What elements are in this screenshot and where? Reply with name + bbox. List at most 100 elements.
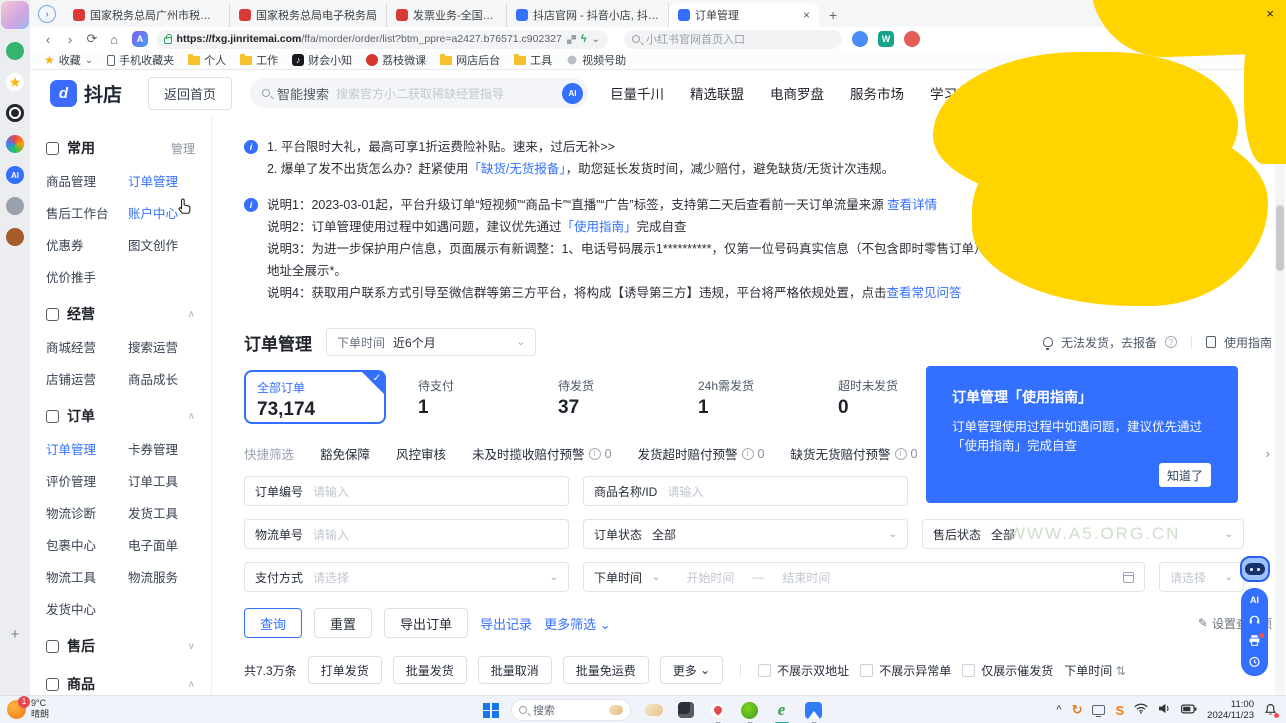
notification-bell-icon[interactable] [1264, 703, 1278, 717]
logistics-no-input[interactable]: 物流单号 请输入 [244, 519, 569, 549]
end-time-input[interactable]: 结束时间 [782, 569, 830, 586]
sidebar-item-ship-center[interactable]: 发货中心 [46, 599, 128, 618]
browser-assistant-icon[interactable]: A [132, 31, 148, 47]
order-time-select[interactable]: 下单时间 近6个月 ⌄ [326, 328, 536, 356]
usage-guide-link[interactable]: 「使用指南」 [561, 220, 636, 234]
taskbar-mountain-app-icon[interactable] [804, 701, 823, 720]
sort-by-order-time[interactable]: 下单时间 ⇅ [1064, 662, 1125, 679]
tab-invoice[interactable]: 发票业务-全国统一规范电子税局 [387, 3, 507, 27]
manage-link[interactable]: 管理 [171, 140, 195, 157]
dock-colorful-app-icon[interactable] [6, 135, 24, 153]
volume-icon[interactable] [1158, 703, 1171, 717]
bookmark-personal[interactable]: 个人 [188, 52, 226, 68]
sidebar-item-ship-tools[interactable]: 发货工具 [128, 503, 210, 522]
export-log-link[interactable]: 导出记录 [480, 614, 532, 633]
scrollbar-thumb[interactable] [1276, 205, 1284, 271]
customer-service-icon[interactable] [1248, 612, 1262, 626]
only-urge-ship-checkbox[interactable]: 仅展示催发货 [962, 662, 1053, 679]
printer-icon[interactable] [1248, 634, 1262, 648]
assistant-robot-icon[interactable] [1240, 556, 1270, 582]
chevron-up-icon[interactable]: ∧ [188, 679, 195, 690]
ai-tool-icon[interactable]: AI [1250, 595, 1259, 605]
extra-select[interactable]: 请选择 ⌄ [1159, 562, 1244, 592]
sidebar-item-account-center[interactable]: 账户中心 [128, 203, 210, 222]
filter-risk-audit[interactable]: 风控审核 [396, 444, 446, 463]
bookmark-phone-folder[interactable]: 手机收藏夹 [107, 52, 174, 68]
refresh-button[interactable]: ⟳ [82, 31, 102, 47]
nav-service-market[interactable]: 服务市场 [850, 83, 904, 103]
tab-tax-bureau-e[interactable]: 国家税务总局电子税务局 [230, 3, 387, 27]
browser-logo-icon[interactable]: › [38, 5, 56, 23]
sidebar-item-package-center[interactable]: 包裹中心 [46, 535, 128, 554]
address-bar[interactable]: https://fxg.jinritemai.com/ffa/morder/or… [156, 30, 608, 49]
dock-add-button[interactable]: + [11, 626, 20, 643]
sidebar-item-product-growth[interactable]: 商品成长 [128, 369, 210, 388]
filter-exemption[interactable]: 豁免保障 [320, 444, 370, 463]
tray-display-icon[interactable] [1092, 705, 1105, 715]
sidebar-item-order-management[interactable]: 订单管理 [46, 439, 128, 458]
bookmark-finance[interactable]: ♪ 财会小知 [292, 52, 352, 68]
sidebar-item-coupon[interactable]: 优惠券 [46, 235, 128, 254]
sidebar-item-e-waybill[interactable]: 电子面单 [128, 535, 210, 554]
user-avatar[interactable] [1, 1, 29, 29]
tab-order-management[interactable]: d 订单管理 × [669, 3, 819, 27]
taskbar-clock[interactable]: 11:002024/11/23 [1207, 699, 1254, 721]
sidebar-item-search-operate[interactable]: 搜索运营 [128, 337, 210, 356]
sidebar-item-review-mgmt[interactable]: 评价管理 [46, 471, 128, 490]
filter-shortage-warning[interactable]: 缺货无货赔付预警i0 [790, 444, 917, 463]
tray-sogou-icon[interactable]: S [1115, 703, 1124, 718]
popup-confirm-button[interactable]: 知道了 [1159, 463, 1211, 487]
filter-ship-timeout-warning[interactable]: 发货超时赔付预警i0 [638, 444, 765, 463]
stat-24h-ship[interactable]: 24h需发货 1 [680, 370, 820, 424]
timer-icon[interactable] [1248, 655, 1262, 669]
tab-close-icon[interactable]: × [803, 8, 810, 22]
taskbar-browser-icon[interactable]: e [772, 701, 791, 720]
window-close-button[interactable]: × [1266, 6, 1274, 21]
extension-wps-icon[interactable]: W [878, 31, 894, 47]
bookmark-lizhi[interactable]: 荔枝微课 [366, 52, 426, 68]
chevron-down-icon[interactable]: ∨ [188, 641, 195, 652]
sidebar-item-order-mgmt[interactable]: 订单管理 [128, 171, 210, 190]
sidebar-item-mall-operate[interactable]: 商城经营 [46, 337, 128, 356]
home-button[interactable]: ⌂ [104, 32, 124, 47]
site-apps-icon[interactable] [567, 35, 576, 44]
order-time-range[interactable]: 下单时间 ⌄ 开始时间 — 结束时间 [583, 562, 1145, 592]
batch-free-shipping-button[interactable]: 批量免运费 [563, 656, 649, 684]
address-dropdown-icon[interactable]: ⌄ [592, 34, 600, 45]
tab-tax-bureau-gz[interactable]: 国家税务总局广州市税务局 [64, 3, 230, 27]
speed-mode-icon[interactable]: ϟ [581, 33, 587, 45]
filter-pickup-warning[interactable]: 未及时揽收赔付预警i0 [472, 444, 611, 463]
shortage-report-link[interactable]: 「缺货/无货报备」 [468, 162, 565, 176]
back-button[interactable]: ‹ [38, 32, 58, 47]
ai-search-icon[interactable]: AI [562, 83, 583, 104]
bookmark-tools[interactable]: 工具 [514, 52, 552, 68]
forward-button[interactable]: › [60, 32, 80, 47]
aftersale-status-select[interactable]: 售后状态 全部 WWW.A5.ORG.CN ⌄ [922, 519, 1244, 549]
dock-green-app-icon[interactable] [6, 42, 24, 60]
sidebar-item-price-helper[interactable]: 优价推手 [46, 267, 128, 286]
more-filters-link[interactable]: 更多筛选 ⌄ [544, 614, 611, 633]
quick-search-box[interactable]: 小红书官网首页入口 [624, 30, 842, 49]
tray-expand-icon[interactable]: ^ [1056, 704, 1061, 716]
extension-face-icon[interactable] [852, 31, 868, 47]
start-button[interactable] [483, 703, 498, 718]
stat-pending-pay[interactable]: 待支付 1 [400, 370, 540, 424]
query-button[interactable]: 查询 [244, 608, 302, 638]
stat-to-ship[interactable]: 待发货 37 [540, 370, 680, 424]
taskbar-search[interactable]: 搜索 [511, 699, 631, 721]
order-status-select[interactable]: 订单状态 全部 ⌄ [583, 519, 908, 549]
calendar-icon[interactable] [1123, 572, 1134, 583]
back-home-button[interactable]: 返回首页 [148, 77, 232, 110]
dock-favorites-star-icon[interactable]: ★ [6, 73, 24, 91]
sidebar-item-order-tools[interactable]: 订单工具 [128, 471, 210, 490]
stat-all-orders[interactable]: 全部订单 73,174 ✓ [244, 370, 386, 424]
scroll-right-icon[interactable]: › [1266, 446, 1270, 461]
sidebar-item-logistics-diagnosis[interactable]: 物流诊断 [46, 503, 128, 522]
hide-double-address-checkbox[interactable]: 不展示双地址 [758, 662, 849, 679]
bookmark-video[interactable]: 视频号助 [566, 52, 626, 68]
extension-pin-icon[interactable] [904, 31, 920, 47]
battery-icon[interactable] [1181, 703, 1197, 717]
sidebar-item-card-coupon[interactable]: 卡券管理 [128, 439, 210, 458]
product-name-input[interactable]: 商品名称/ID 请输入 [583, 476, 908, 506]
usage-guide-button[interactable]: 使用指南 [1224, 334, 1272, 351]
